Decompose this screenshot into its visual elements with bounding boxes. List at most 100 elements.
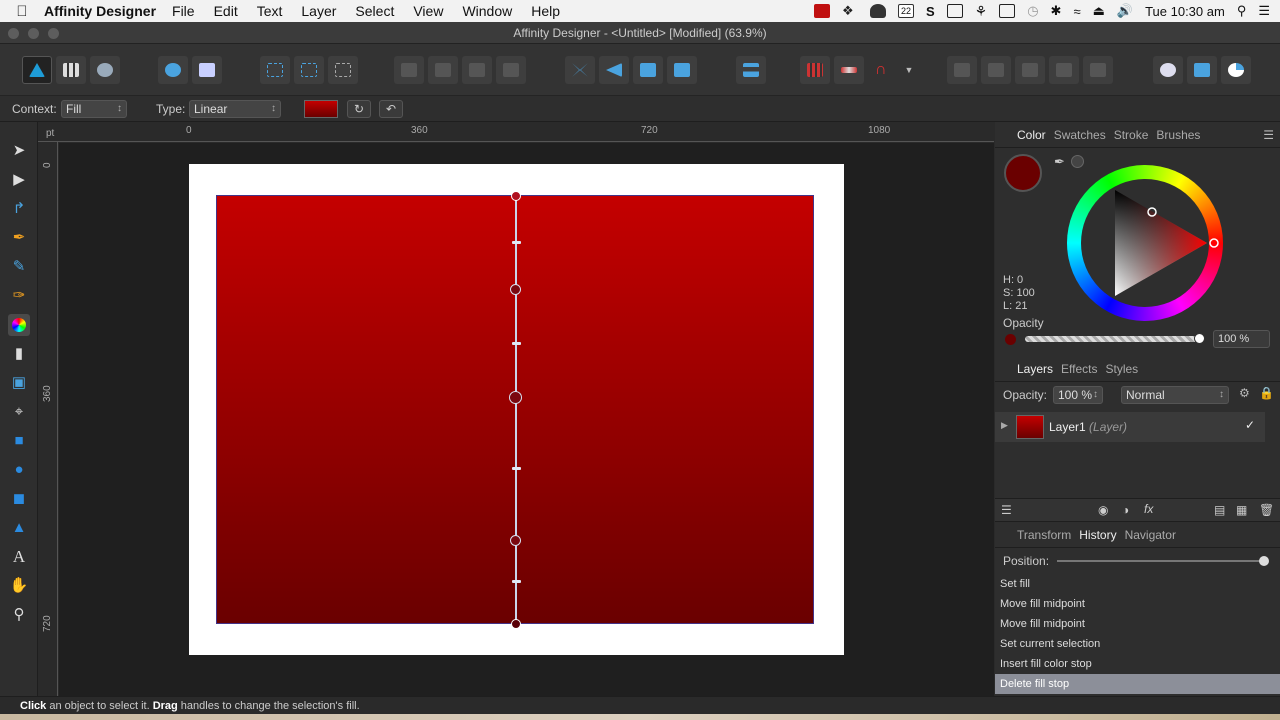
insert-behind-button[interactable] bbox=[260, 56, 290, 84]
menu-layer[interactable]: Layer bbox=[301, 3, 336, 19]
tab-swatches[interactable]: Swatches bbox=[1054, 128, 1106, 142]
tab-brushes[interactable]: Brushes bbox=[1156, 128, 1200, 142]
gradient-path[interactable] bbox=[515, 196, 517, 623]
node-tool[interactable]: ▶ bbox=[8, 169, 30, 191]
rotate-left-button[interactable] bbox=[633, 56, 663, 84]
menu-help[interactable]: Help bbox=[531, 3, 560, 19]
history-position-knob[interactable] bbox=[1259, 556, 1269, 566]
spotlight-icon[interactable]: ⚲ bbox=[1237, 3, 1247, 19]
tab-stroke[interactable]: Stroke bbox=[1114, 128, 1149, 142]
rectangle-tool[interactable]: ■ bbox=[8, 430, 30, 452]
eject-icon[interactable]: ⏏ bbox=[1093, 3, 1105, 19]
clock[interactable]: Tue 10:30 am bbox=[1145, 4, 1225, 19]
history-item-selected[interactable]: Delete fill stop bbox=[995, 674, 1280, 694]
pencil-tool[interactable]: ✎ bbox=[8, 256, 30, 278]
menu-select[interactable]: Select bbox=[355, 3, 394, 19]
add-button[interactable] bbox=[947, 56, 977, 84]
settings-gear-icon[interactable]: ⚙ bbox=[1239, 386, 1250, 400]
overlay-button[interactable] bbox=[1153, 56, 1183, 84]
current-color-swatch[interactable] bbox=[1004, 154, 1042, 192]
opacity-slider-knob[interactable] bbox=[1194, 333, 1205, 344]
tab-effects[interactable]: Effects bbox=[1061, 362, 1097, 376]
new-layer-icon[interactable]: ▤ bbox=[1214, 503, 1225, 517]
hand-tool[interactable]: ✋ bbox=[8, 575, 30, 597]
layer-opacity-select[interactable]: 100 % bbox=[1053, 386, 1103, 404]
opacity-slider[interactable] bbox=[1025, 336, 1201, 342]
minimize-window-button[interactable] bbox=[28, 28, 39, 39]
calendar-icon[interactable]: 22 bbox=[897, 4, 914, 18]
menu-edit[interactable]: Edit bbox=[214, 3, 238, 19]
triangle-tool[interactable]: ▲ bbox=[8, 517, 30, 539]
divide-button[interactable] bbox=[1083, 56, 1113, 84]
grid-button[interactable] bbox=[800, 56, 830, 84]
intersect-button[interactable] bbox=[1015, 56, 1045, 84]
vector-brush-tool[interactable]: ✑ bbox=[8, 285, 30, 307]
menu-window[interactable]: Window bbox=[462, 3, 512, 19]
dropbox-icon[interactable]: ❖ bbox=[842, 4, 858, 18]
move-backward-button[interactable] bbox=[428, 56, 458, 84]
snapping-options-dropdown[interactable]: ▼ bbox=[902, 56, 916, 84]
move-tool[interactable]: ➤ bbox=[8, 140, 30, 162]
transparency-tool[interactable]: ▮ bbox=[8, 343, 30, 365]
rounded-rectangle-tool[interactable]: ◼ bbox=[8, 488, 30, 510]
layers-stack-icon[interactable]: ☰ bbox=[1001, 503, 1012, 517]
adjustment-icon[interactable]: ◑ bbox=[1122, 503, 1129, 517]
history-item[interactable]: Set current selection bbox=[995, 634, 1280, 654]
snapping-button[interactable] bbox=[192, 56, 222, 84]
mask-button[interactable] bbox=[1221, 56, 1251, 84]
gradient-stop-selected[interactable] bbox=[509, 391, 522, 404]
insert-top-button[interactable] bbox=[294, 56, 324, 84]
cloud-icon[interactable] bbox=[869, 4, 886, 18]
context-select[interactable]: Fill bbox=[61, 99, 127, 118]
gradient-type-select[interactable]: Linear bbox=[189, 99, 281, 118]
zoom-window-button[interactable] bbox=[48, 28, 59, 39]
expand-arrow-icon[interactable]: ▶ bbox=[1001, 420, 1008, 431]
eyedropper-icon[interactable]: ✒ bbox=[1054, 154, 1065, 170]
text-tool[interactable]: A bbox=[8, 546, 30, 568]
panel-menu-icon[interactable]: ☰ bbox=[1263, 128, 1274, 142]
menu-text[interactable]: Text bbox=[257, 3, 283, 19]
gradient-start-handle[interactable] bbox=[511, 191, 521, 201]
align-button[interactable] bbox=[736, 56, 766, 84]
gradient-stop[interactable] bbox=[510, 535, 521, 546]
layer-row[interactable]: ▶ Layer1 (Layer) ✓ bbox=[995, 412, 1265, 442]
history-position-slider[interactable] bbox=[1057, 560, 1265, 562]
tab-color[interactable]: Color bbox=[1017, 128, 1046, 142]
subtract-button[interactable] bbox=[981, 56, 1011, 84]
bluetooth-icon[interactable]: ✱ bbox=[1051, 3, 1062, 19]
zoom-tool[interactable]: ⚲ bbox=[8, 604, 30, 626]
leaf-icon[interactable]: ⚘ bbox=[975, 3, 988, 20]
document-canvas[interactable] bbox=[59, 143, 994, 696]
pen-tool[interactable]: ✒ bbox=[8, 227, 30, 249]
fx-icon[interactable]: fx bbox=[1144, 502, 1153, 516]
export-persona-button[interactable] bbox=[90, 56, 120, 84]
dollar-icon[interactable]: S bbox=[926, 4, 935, 19]
lock-icon[interactable]: 🔒 bbox=[1259, 386, 1274, 400]
notification-center-icon[interactable]: ☰ bbox=[1258, 3, 1270, 19]
opacity-input[interactable]: 100 % bbox=[1213, 330, 1270, 348]
menu-view[interactable]: View bbox=[413, 3, 443, 19]
designer-persona-button[interactable] bbox=[22, 56, 52, 84]
move-front-button[interactable] bbox=[496, 56, 526, 84]
tab-history[interactable]: History bbox=[1079, 528, 1116, 542]
menu-file[interactable]: File bbox=[172, 3, 195, 19]
ellipse-tool[interactable]: ● bbox=[8, 459, 30, 481]
pixel-persona-button[interactable] bbox=[56, 56, 86, 84]
mask-layer-icon[interactable]: ◉ bbox=[1098, 503, 1108, 517]
move-back-button[interactable] bbox=[394, 56, 424, 84]
fill-tool[interactable] bbox=[8, 314, 30, 336]
visibility-check-icon[interactable]: ✓ bbox=[1245, 418, 1255, 432]
corner-tool[interactable]: ↱ bbox=[8, 198, 30, 220]
gradient-stop[interactable] bbox=[510, 284, 521, 295]
color-wheel[interactable] bbox=[1067, 165, 1223, 321]
drive-icon[interactable] bbox=[946, 4, 963, 18]
insert-inside-button[interactable] bbox=[328, 56, 358, 84]
undo-gradient-button[interactable]: ↶ bbox=[379, 100, 403, 118]
history-item[interactable]: Set fill bbox=[995, 574, 1280, 594]
tab-transform[interactable]: Transform bbox=[1017, 528, 1071, 542]
trash-icon[interactable]: 🗑 bbox=[1259, 503, 1274, 517]
tab-layers[interactable]: Layers bbox=[1017, 362, 1053, 376]
film-icon[interactable] bbox=[813, 4, 830, 18]
app-menu[interactable]: Affinity Designer bbox=[44, 3, 156, 19]
group-layer-icon[interactable]: ▦ bbox=[1236, 503, 1247, 517]
